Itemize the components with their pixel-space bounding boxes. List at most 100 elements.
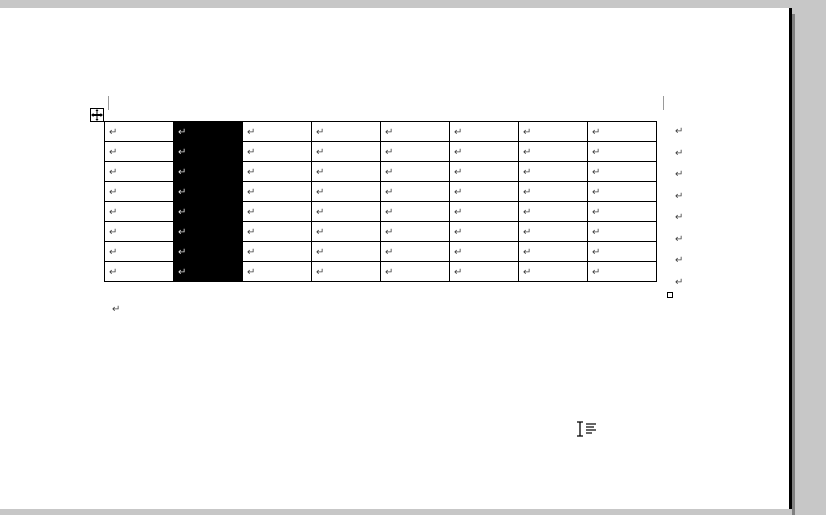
- table-cell[interactable]: ↵: [381, 142, 450, 162]
- row-end-mark: ↵: [675, 121, 683, 143]
- cell-paragraph-mark: ↵: [316, 147, 324, 158]
- table-cell[interactable]: ↵: [105, 142, 174, 162]
- cell-paragraph-mark: ↵: [592, 187, 600, 198]
- table-cell[interactable]: ↵: [174, 242, 243, 262]
- cell-paragraph-mark: ↵: [385, 167, 393, 178]
- table-row: ↵↵↵↵↵↵↵↵: [105, 222, 657, 242]
- table-cell[interactable]: ↵: [174, 162, 243, 182]
- cell-paragraph-mark: ↵: [454, 127, 462, 138]
- table-cell[interactable]: ↵: [381, 202, 450, 222]
- table-cell[interactable]: ↵: [381, 162, 450, 182]
- cell-paragraph-mark: ↵: [178, 207, 186, 218]
- table-cell[interactable]: ↵: [588, 202, 657, 222]
- trailing-paragraph-mark: ↵: [112, 304, 120, 315]
- table-cell[interactable]: ↵: [243, 122, 312, 142]
- table-cell[interactable]: ↵: [312, 262, 381, 282]
- row-end-mark: ↵: [675, 207, 683, 229]
- table-cell[interactable]: ↵: [381, 182, 450, 202]
- cell-paragraph-mark: ↵: [454, 227, 462, 238]
- table-cell[interactable]: ↵: [519, 222, 588, 242]
- table-cell[interactable]: ↵: [588, 162, 657, 182]
- table-row: ↵↵↵↵↵↵↵↵: [105, 142, 657, 162]
- table-cell[interactable]: ↵: [312, 122, 381, 142]
- table-cell[interactable]: ↵: [312, 182, 381, 202]
- cell-paragraph-mark: ↵: [109, 207, 117, 218]
- table-cell[interactable]: ↵: [450, 242, 519, 262]
- cell-paragraph-mark: ↵: [109, 167, 117, 178]
- cell-paragraph-mark: ↵: [316, 267, 324, 278]
- table-cell[interactable]: ↵: [105, 222, 174, 242]
- table-cell[interactable]: ↵: [243, 162, 312, 182]
- table-cell[interactable]: ↵: [450, 222, 519, 242]
- table-cell[interactable]: ↵: [105, 122, 174, 142]
- table-cell[interactable]: ↵: [312, 242, 381, 262]
- table-cell[interactable]: ↵: [588, 242, 657, 262]
- table-cell[interactable]: ↵: [450, 182, 519, 202]
- table-cell[interactable]: ↵: [243, 142, 312, 162]
- table-cell[interactable]: ↵: [174, 142, 243, 162]
- table-cell[interactable]: ↵: [450, 142, 519, 162]
- table-cell[interactable]: ↵: [519, 162, 588, 182]
- cell-paragraph-mark: ↵: [523, 247, 531, 258]
- table-cell[interactable]: ↵: [519, 182, 588, 202]
- table-resize-handle[interactable]: [667, 292, 673, 298]
- document-table[interactable]: ↵↵↵↵↵↵↵↵↵↵↵↵↵↵↵↵↵↵↵↵↵↵↵↵↵↵↵↵↵↵↵↵↵↵↵↵↵↵↵↵…: [104, 121, 657, 282]
- table-cell[interactable]: ↵: [174, 182, 243, 202]
- cell-paragraph-mark: ↵: [316, 227, 324, 238]
- table-cell[interactable]: ↵: [243, 182, 312, 202]
- table-cell[interactable]: ↵: [312, 142, 381, 162]
- table-cell[interactable]: ↵: [519, 142, 588, 162]
- table-cell[interactable]: ↵: [174, 202, 243, 222]
- table-cell[interactable]: ↵: [450, 262, 519, 282]
- table-cell[interactable]: ↵: [381, 122, 450, 142]
- table-cell[interactable]: ↵: [312, 162, 381, 182]
- table-cell[interactable]: ↵: [588, 222, 657, 242]
- table-cell[interactable]: ↵: [174, 262, 243, 282]
- cell-paragraph-mark: ↵: [523, 267, 531, 278]
- cell-paragraph-mark: ↵: [316, 167, 324, 178]
- table-cell[interactable]: ↵: [105, 262, 174, 282]
- table-cell[interactable]: ↵: [519, 242, 588, 262]
- table-cell[interactable]: ↵: [381, 262, 450, 282]
- table-cell[interactable]: ↵: [243, 202, 312, 222]
- table-row: ↵↵↵↵↵↵↵↵: [105, 162, 657, 182]
- cell-paragraph-mark: ↵: [523, 187, 531, 198]
- table-cell[interactable]: ↵: [381, 242, 450, 262]
- table-cell[interactable]: ↵: [381, 222, 450, 242]
- cell-paragraph-mark: ↵: [247, 207, 255, 218]
- table-row: ↵↵↵↵↵↵↵↵: [105, 182, 657, 202]
- table-cell[interactable]: ↵: [243, 262, 312, 282]
- table-cell[interactable]: ↵: [519, 262, 588, 282]
- table-cell[interactable]: ↵: [312, 202, 381, 222]
- table-cell[interactable]: ↵: [450, 122, 519, 142]
- table-cell[interactable]: ↵: [105, 202, 174, 222]
- cell-paragraph-mark: ↵: [523, 127, 531, 138]
- table-cell[interactable]: ↵: [588, 142, 657, 162]
- cell-paragraph-mark: ↵: [247, 127, 255, 138]
- table-cell[interactable]: ↵: [105, 242, 174, 262]
- table-cell[interactable]: ↵: [105, 162, 174, 182]
- table-cell[interactable]: ↵: [243, 242, 312, 262]
- table-cell[interactable]: ↵: [312, 222, 381, 242]
- cell-paragraph-mark: ↵: [385, 147, 393, 158]
- table-cell[interactable]: ↵: [174, 122, 243, 142]
- row-end-mark: ↵: [675, 143, 683, 165]
- table-cell[interactable]: ↵: [450, 162, 519, 182]
- table-cell[interactable]: ↵: [588, 122, 657, 142]
- cell-paragraph-mark: ↵: [592, 247, 600, 258]
- table-cell[interactable]: ↵: [588, 182, 657, 202]
- cell-paragraph-mark: ↵: [454, 167, 462, 178]
- table-cell[interactable]: ↵: [519, 202, 588, 222]
- table-cell[interactable]: ↵: [105, 182, 174, 202]
- table-move-handle[interactable]: [90, 108, 104, 122]
- table-row: ↵↵↵↵↵↵↵↵: [105, 242, 657, 262]
- table-cell[interactable]: ↵: [243, 222, 312, 242]
- table-cell[interactable]: ↵: [519, 122, 588, 142]
- table-cell[interactable]: ↵: [174, 222, 243, 242]
- cell-paragraph-mark: ↵: [523, 227, 531, 238]
- table-cell[interactable]: ↵: [450, 202, 519, 222]
- cell-paragraph-mark: ↵: [523, 167, 531, 178]
- document-page[interactable]: ↵↵↵↵↵↵↵↵↵↵↵↵↵↵↵↵↵↵↵↵↵↵↵↵↵↵↵↵↵↵↵↵↵↵↵↵↵↵↵↵…: [0, 8, 792, 509]
- table-cell[interactable]: ↵: [588, 262, 657, 282]
- cell-paragraph-mark: ↵: [523, 207, 531, 218]
